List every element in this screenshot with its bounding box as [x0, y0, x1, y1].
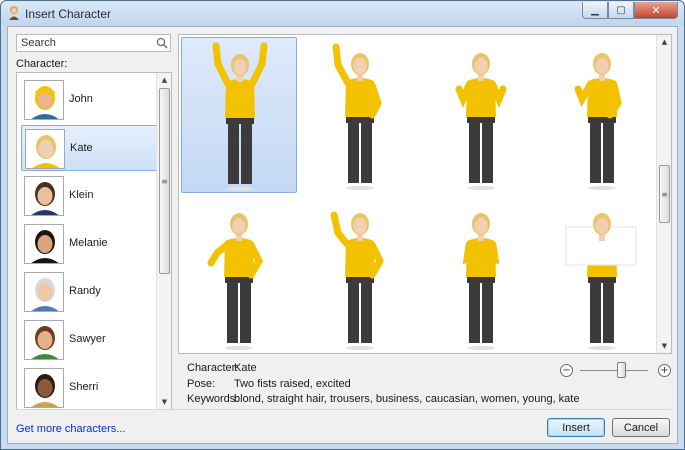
get-more-characters-link[interactable]: Get more characters... — [16, 423, 125, 435]
minimize-icon: ▁ — [591, 4, 599, 16]
character-item-klein[interactable]: Klein — [21, 173, 157, 219]
detail-keywords: Keywords: blond, straight hair, trousers… — [187, 393, 579, 405]
window-controls: ▁ ▢ ✕ — [582, 2, 678, 19]
pose-gallery: ▲ ≡ ▼ — [178, 34, 672, 354]
insert-character-dialog: Insert Character ▁ ▢ ✕ Search Character:… — [0, 0, 685, 450]
minimize-button[interactable]: ▁ — [582, 2, 608, 19]
pose-thumbnail[interactable] — [181, 197, 297, 353]
pose-thumbnail[interactable] — [544, 197, 660, 353]
character-list-scrollbar[interactable]: ▲ ≡ ▼ — [156, 73, 171, 409]
character-item-sherri[interactable]: Sherri — [21, 365, 157, 409]
pose-thumbnail[interactable] — [423, 37, 539, 193]
character-name: John — [69, 93, 93, 105]
detail-keywords-label: Keywords: — [187, 393, 239, 405]
zoom-slider-thumb[interactable] — [616, 362, 626, 378]
scroll-up-icon[interactable]: ▲ — [657, 35, 671, 49]
character-list-label: Character: — [16, 58, 68, 70]
pose-thumbnail[interactable] — [302, 37, 418, 193]
character-item-sawyer[interactable]: Sawyer — [21, 317, 157, 363]
pose-thumbnail[interactable] — [423, 197, 539, 353]
character-app-icon — [9, 6, 19, 20]
character-item-randy[interactable]: Randy — [21, 269, 157, 315]
character-list: John Kate Klein Melanie Randy Sawyer Sherri ▲ … — [16, 72, 172, 410]
character-portrait — [24, 224, 64, 264]
detail-character-value: Kate — [234, 362, 257, 374]
cancel-button[interactable]: Cancel — [612, 418, 670, 437]
zoom-out-icon: − — [562, 364, 571, 376]
scroll-down-icon[interactable]: ▼ — [657, 339, 671, 353]
pose-gallery-scrollbar[interactable]: ▲ ≡ ▼ — [656, 35, 671, 353]
maximize-button[interactable]: ▢ — [608, 2, 634, 19]
character-portrait — [25, 129, 65, 169]
character-portrait — [24, 368, 64, 408]
scroll-thumb[interactable]: ≡ — [659, 165, 670, 223]
character-portrait — [24, 272, 64, 312]
search-icon[interactable] — [156, 37, 168, 49]
scroll-thumb[interactable]: ≡ — [159, 88, 170, 274]
maximize-icon: ▢ — [616, 4, 626, 16]
character-portrait — [24, 176, 64, 216]
zoom-in-button[interactable]: + — [658, 364, 671, 377]
character-item-kate[interactable]: Kate — [21, 125, 157, 171]
search-input[interactable]: Search — [16, 34, 171, 52]
dialog-body: Search Character: John Kate Klein Melanie Ra… — [7, 26, 678, 444]
character-name: Klein — [69, 189, 94, 201]
zoom-in-icon: + — [660, 364, 669, 376]
detail-pose: Pose: Two fists raised, excited — [187, 378, 351, 390]
detail-pose-label: Pose: — [187, 378, 216, 390]
character-name: Sherri — [69, 381, 99, 393]
character-portrait — [24, 80, 64, 120]
detail-character-label: Character: — [187, 362, 239, 374]
window-title: Insert Character — [25, 7, 112, 21]
zoom-out-button[interactable]: − — [560, 364, 573, 377]
detail-pose-value: Two fists raised, excited — [234, 378, 351, 390]
character-portrait — [24, 320, 64, 360]
search-placeholder: Search — [21, 37, 56, 49]
close-button[interactable]: ✕ — [634, 2, 678, 19]
pose-thumbnail[interactable] — [544, 37, 660, 193]
insert-button[interactable]: Insert — [547, 418, 605, 437]
scroll-up-icon[interactable]: ▲ — [157, 73, 171, 87]
character-item-john[interactable]: John — [21, 77, 157, 123]
detail-keywords-value: blond, straight hair, trousers, business… — [234, 393, 580, 405]
title-bar[interactable]: Insert Character ▁ ▢ ✕ — [1, 1, 684, 25]
character-name: Sawyer — [69, 333, 106, 345]
detail-character: Character: Kate — [187, 362, 257, 374]
character-name: Kate — [70, 142, 93, 154]
character-item-melanie[interactable]: Melanie — [21, 221, 157, 267]
close-icon: ✕ — [651, 3, 661, 17]
divider — [16, 409, 671, 410]
character-name: Randy — [69, 285, 101, 297]
character-name: Melanie — [69, 237, 108, 249]
zoom-slider-track[interactable] — [580, 370, 648, 371]
pose-thumbnail[interactable] — [181, 37, 297, 193]
scroll-down-icon[interactable]: ▼ — [157, 395, 171, 409]
pose-thumbnail[interactable] — [302, 197, 418, 353]
